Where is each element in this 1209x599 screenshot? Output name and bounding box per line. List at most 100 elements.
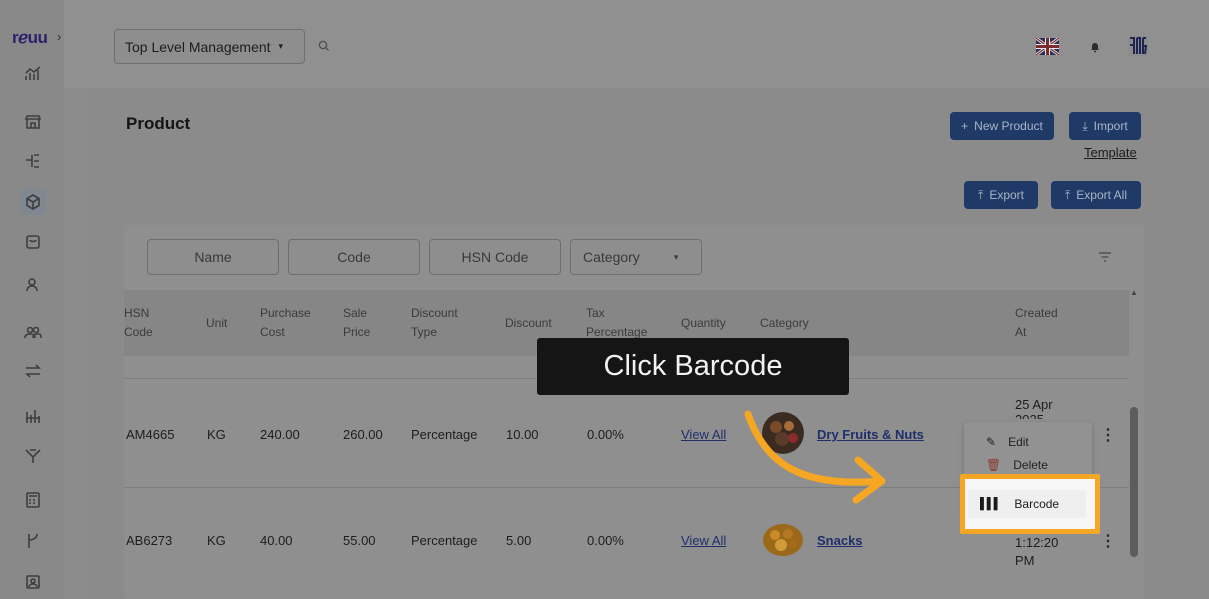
chevron-down-icon: ▾ [278,41,284,51]
column-filter-icon[interactable] [1098,252,1112,262]
menu-item-barcode[interactable]: ▌▌▌ Barcode [968,490,1086,518]
header-line: Price [343,325,371,339]
scroll-up-icon[interactable]: ▲ [1130,288,1138,297]
calculator-icon [26,492,40,508]
sidebar-item-transfers[interactable] [22,360,44,382]
code-filter-input[interactable]: Code [288,239,420,275]
menu-item-label: Barcode [1014,497,1060,511]
new-product-label: New Product [974,119,1043,133]
sidebar-item-hierarchy[interactable] [22,150,44,172]
created-date-line: 25 Apr [1015,397,1053,412]
cell-sale-price: 260.00 [343,427,383,442]
column-header-discount[interactable]: Discount [505,314,552,333]
page-title: Product [126,114,191,133]
sidebar-item-promotions[interactable] [22,445,44,467]
column-header-discount-type[interactable]: Discount Type [411,304,458,342]
column-header-tax-percentage[interactable]: Tax Percentage [586,304,647,342]
export-label: Export [989,188,1024,202]
id-card-icon [26,575,40,589]
user-avatar-icon[interactable] [1127,34,1149,58]
sidebar-item-users[interactable] [22,321,44,343]
branch-icon [28,533,38,548]
cell-discount: 5.00 [506,533,532,548]
cell-purchase-cost: 240.00 [260,427,300,442]
created-time-line: PM [1015,553,1035,568]
column-header-unit[interactable]: Unit [206,314,227,333]
header-line: HSN [124,306,150,320]
guide-arrow-icon [744,410,886,504]
column-header-hsn-code[interactable]: HSN Code [124,304,153,342]
header-line: Sale [343,306,368,320]
new-product-button[interactable]: + New Product [950,112,1054,140]
sidebar-item-reports[interactable] [22,405,44,427]
cell-tax-percentage: 0.00% [587,533,624,548]
header-line: Cost [260,325,285,339]
user-icon [26,278,38,292]
users-icon [24,326,42,339]
sidebar-item-branches[interactable] [22,530,44,552]
transfer-icon [25,364,41,378]
cell-discount-type: Percentage [411,427,478,442]
menu-item-delete[interactable]: 🗑 Delete [964,458,1092,474]
export-button[interactable]: ⤒ Export [964,181,1038,209]
cube-icon [26,194,40,210]
header-line: Purchase [260,306,311,320]
category-filter-select[interactable]: Category ▾ [570,239,702,275]
category-link[interactable]: Snacks [817,533,863,548]
menu-item-label: Edit [1008,435,1029,449]
organization-select-value: Top Level Management [125,38,271,55]
cell-hsn-code: AB6273 [126,533,173,548]
view-all-quantity-link[interactable]: View All [681,427,726,442]
organization-select[interactable]: Top Level Management ▾ [114,29,305,64]
cell-tax-percentage: 0.00% [587,427,624,442]
export-all-button[interactable]: ⤒ Export All [1051,181,1141,209]
pencil-icon: ✎ [986,435,997,449]
header-line: Tax [586,306,605,320]
download-icon: ⤓ [1082,118,1088,133]
app-logo[interactable]: rℯuu [12,28,48,48]
import-button[interactable]: ⤓ Import [1069,112,1141,140]
sidebar-item-analytics[interactable] [22,62,44,84]
sidebar-item-customer[interactable] [22,274,44,296]
language-flag-icon[interactable] [1036,38,1059,55]
sidebar: rℯuu › [0,0,64,599]
header-line: Code [124,325,153,339]
name-filter-input[interactable]: Name [147,239,279,275]
chart-icon [25,66,41,80]
bell-icon[interactable] [1089,40,1101,53]
sidebar-item-calculator[interactable] [22,489,44,511]
sidebar-item-profile[interactable] [22,571,44,593]
guide-tooltip: Click Barcode [537,338,849,395]
column-header-quantity[interactable]: Quantity [681,314,726,333]
filter-funnel-icon [25,449,41,463]
plus-icon: + [961,119,969,133]
column-header-category[interactable]: Category [760,314,809,333]
sidebar-item-store[interactable] [22,111,44,133]
table-scrollbar-thumb[interactable] [1130,407,1138,557]
cell-discount-type: Percentage [411,533,478,548]
header-line: Created [1015,306,1058,320]
cell-created-at: 25 Apr 2025 [1015,397,1053,419]
category-thumbnail [762,518,804,560]
view-all-quantity-link[interactable]: View All [681,533,726,548]
sidebar-item-orders[interactable] [22,231,44,253]
column-header-purchase-cost[interactable]: Purchase Cost [260,304,311,342]
upload-icon: ⤒ [978,187,984,202]
header-line: At [1015,325,1027,339]
bag-icon [26,235,40,249]
column-header-sale-price[interactable]: Sale Price [343,304,370,342]
sidebar-item-products[interactable] [20,189,46,215]
menu-item-edit[interactable]: ✎ Edit [964,428,1092,456]
chevron-down-icon: ▾ [673,251,679,262]
template-link[interactable]: Template [1084,145,1137,160]
sidebar-expand-toggle[interactable]: › [57,29,61,44]
row-actions-kebab-icon[interactable]: ⋮ [1100,531,1116,551]
hsn-code-filter-input[interactable]: HSN Code [429,239,561,275]
header-line: Type [411,325,438,339]
search-icon[interactable] [318,40,330,52]
row-actions-kebab-icon[interactable]: ⋮ [1100,425,1116,445]
hierarchy-icon [26,154,39,168]
cell-discount: 10.00 [506,427,539,442]
column-header-created-at[interactable]: Created At [1015,304,1058,342]
cell-created-at: 1:12:20 PM [1015,534,1058,570]
